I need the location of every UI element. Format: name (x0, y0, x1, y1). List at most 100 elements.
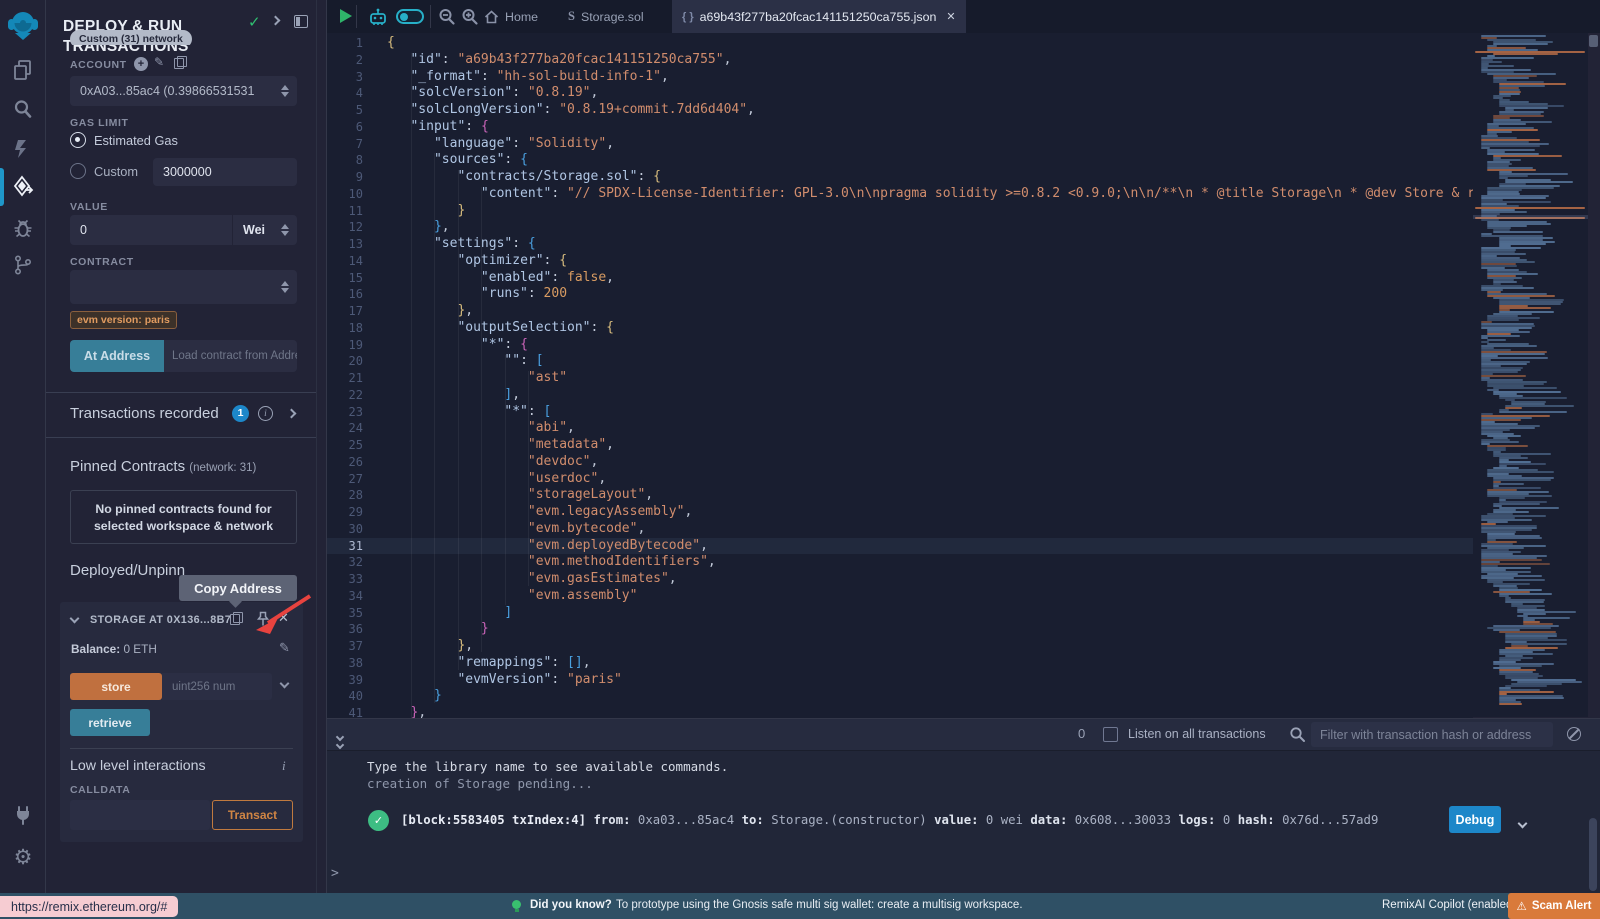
code-line: 28 "storageLayout", (327, 487, 1473, 504)
code-line: 8 "sources": { (327, 152, 1473, 169)
code-line: 24 "abi", (327, 420, 1473, 437)
code-editor[interactable]: 1{2 "id": "a69b43f277ba20fcac141151250ca… (327, 33, 1473, 718)
search-icon[interactable] (0, 94, 46, 124)
network-badge: Custom (31) network (70, 29, 192, 45)
file-explorer-icon[interactable] (0, 55, 46, 85)
plugin-icon-bar: ⚙ (0, 0, 46, 893)
deploy-run-icon[interactable] (0, 172, 46, 202)
code-line: 14 "optimizer": { (327, 253, 1473, 270)
estimated-gas-label: Estimated Gas (94, 133, 178, 148)
indent-guide (411, 53, 412, 718)
copilot-toggle[interactable] (396, 9, 424, 24)
code-line: 26 "devdoc", (327, 454, 1473, 471)
minimap[interactable] (1473, 33, 1588, 717)
status-bar: Did you know? To prototype using the Gno… (0, 893, 1600, 919)
panel-check-icon: ✓ (248, 13, 261, 31)
terminal-prompt: > (331, 866, 339, 881)
copilot-status: RemixAI Copilot (enabled) (1382, 899, 1516, 911)
add-account-icon[interactable]: + (134, 57, 148, 71)
tab-build-info-json[interactable]: { } a69b43f277ba20fcac141151250ca755.jso… (672, 0, 966, 33)
git-branch-icon[interactable] (0, 250, 46, 280)
plugin-manager-plug-icon[interactable] (0, 800, 46, 830)
store-expand-icon[interactable] (280, 679, 290, 689)
json-file-icon: { } (682, 11, 694, 23)
at-address-button[interactable]: At Address (70, 340, 164, 372)
estimated-gas-radio[interactable] (70, 132, 86, 148)
editor-scrollbar-thumb[interactable] (1589, 35, 1598, 47)
tab-home[interactable]: Home (484, 0, 538, 33)
account-stepper-icon[interactable] (281, 85, 289, 97)
account-select[interactable]: 0xA03...85ac4 (0.39866531531 (70, 76, 297, 106)
remix-ide-window: ⚙ DEPLOY & RUN TRANSACTIONS ✓ Custom (31… (0, 0, 1600, 919)
terminal-line: Type the library name to see available c… (367, 759, 728, 774)
indent-guide (528, 371, 529, 586)
code-line: 37 }, (327, 638, 1473, 655)
code-line: 15 "enabled": false, (327, 270, 1473, 287)
ai-robot-icon[interactable] (368, 7, 388, 27)
pinned-contracts-title: Pinned Contracts (network: 31) (70, 458, 256, 475)
code-line: 17 }, (327, 303, 1473, 320)
custom-gas-radio[interactable] (70, 163, 86, 179)
transact-button[interactable]: Transact (212, 800, 293, 830)
terminal-collapse-icon[interactable] (337, 727, 343, 748)
close-tab-icon[interactable]: ✕ (946, 10, 955, 23)
contract-select[interactable] (70, 270, 297, 304)
solidity-compiler-icon[interactable] (0, 134, 46, 164)
remix-logo[interactable] (0, 6, 46, 46)
store-button[interactable]: store (70, 673, 162, 700)
contract-stepper-icon[interactable] (281, 281, 289, 293)
code-line: 1{ (327, 35, 1473, 52)
code-lines: 1{2 "id": "a69b43f277ba20fcac141151250ca… (327, 33, 1473, 718)
terminal[interactable]: 0 Listen on all transactions Filter with… (327, 718, 1600, 893)
transactions-info-icon[interactable]: i (258, 406, 273, 421)
listen-checkbox[interactable] (1103, 727, 1118, 742)
contract-collapse-icon[interactable] (70, 614, 80, 624)
value-input[interactable]: 0 (70, 215, 232, 245)
run-script-play-icon[interactable] (340, 9, 352, 23)
transaction-log[interactable]: [block:5583405 txIndex:4] from: 0xa03...… (401, 813, 1378, 827)
filter-input[interactable]: Filter with transaction hash or address (1311, 722, 1553, 747)
solidity-file-icon: S (568, 9, 575, 24)
contract-label: CONTRACT (70, 256, 134, 268)
zoom-in-icon[interactable] (461, 8, 479, 26)
zoom-out-icon[interactable] (438, 8, 456, 26)
panel-scrollbar[interactable] (316, 0, 326, 893)
balance-row: Balance: 0 ETH (71, 642, 157, 656)
panel-layout-icon[interactable] (294, 15, 308, 28)
load-contract-input[interactable]: Load contract from Addre (164, 340, 297, 372)
unit-stepper-icon[interactable] (281, 224, 289, 236)
tab-storage-sol[interactable]: S Storage.sol (568, 0, 644, 33)
code-line: 39 "evmVersion": "paris" (327, 672, 1473, 689)
calldata-input[interactable] (70, 800, 210, 830)
divider (46, 437, 316, 438)
terminal-line: creation of Storage pending... (367, 776, 593, 791)
value-label: VALUE (70, 201, 108, 213)
debug-button[interactable]: Debug (1449, 806, 1501, 833)
code-line: 36 } (327, 621, 1473, 638)
calldata-label: CALLDATA (70, 784, 130, 796)
tx-success-icon[interactable]: ✓ (368, 810, 389, 831)
store-arg-input[interactable]: uint256 num (162, 673, 272, 700)
code-line: 11 } (327, 203, 1473, 220)
edit-account-icon[interactable]: ✎ (154, 55, 164, 69)
copy-account-icon[interactable] (174, 56, 186, 69)
settings-gear-icon[interactable]: ⚙ (0, 842, 46, 872)
annotation-red-arrow (234, 590, 316, 640)
code-line: 4 "solcVersion": "0.8.19", (327, 85, 1473, 102)
transactions-expand-icon[interactable] (287, 409, 297, 419)
value-unit-select[interactable]: Wei (233, 215, 297, 245)
terminal-scrollbar-thumb[interactable] (1589, 818, 1597, 891)
scam-alert-button[interactable]: ⚠ Scam Alert (1508, 893, 1600, 919)
custom-gas-input[interactable]: 3000000 (153, 158, 297, 186)
code-line: 9 "contracts/Storage.sol": { (327, 169, 1473, 186)
debugger-bug-icon[interactable] (0, 214, 46, 244)
edit-balance-icon[interactable]: ✎ (279, 640, 290, 656)
retrieve-button[interactable]: retrieve (70, 709, 150, 736)
code-line: 40 } (327, 688, 1473, 705)
lowlevel-info-icon[interactable]: i (282, 758, 286, 774)
divider (356, 5, 357, 28)
panel-collapse-icon[interactable] (271, 16, 281, 26)
code-line: 20 "": [ (327, 353, 1473, 370)
clear-console-icon[interactable] (1567, 727, 1581, 741)
tx-expand-icon[interactable] (1519, 814, 1526, 832)
